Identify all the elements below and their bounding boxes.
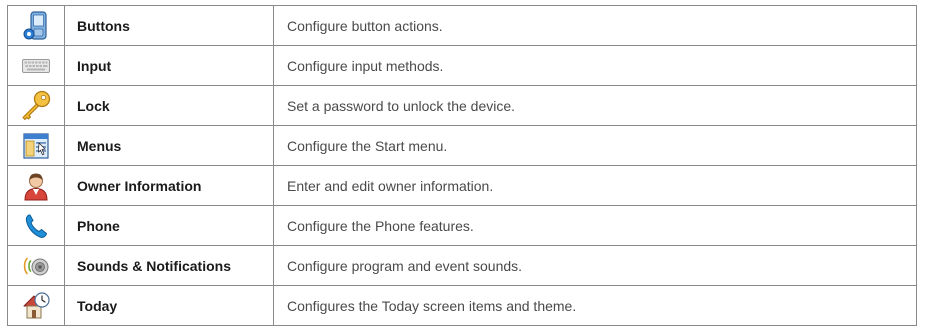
table-row: Phone Configure the Phone features. — [7, 205, 917, 246]
setting-description: Configures the Today screen items and th… — [273, 285, 917, 326]
settings-table: Buttons Configure button actions. Input … — [7, 5, 917, 326]
setting-name: Phone — [64, 205, 274, 246]
today-house-clock-icon — [8, 291, 64, 321]
setting-name: Today — [64, 285, 274, 326]
setting-description: Configure button actions. — [273, 5, 917, 46]
setting-name: Sounds & Notifications — [64, 245, 274, 286]
keyboard-icon — [8, 58, 64, 73]
setting-name: Lock — [64, 85, 274, 126]
setting-description: Configure the Start menu. — [273, 125, 917, 166]
table-row: Owner Information Enter and edit owner i… — [7, 165, 917, 206]
setting-name: Owner Information — [64, 165, 274, 206]
speaker-sound-icon — [8, 254, 64, 278]
owner-person-icon — [8, 171, 64, 201]
setting-description: Configure the Phone features. — [273, 205, 917, 246]
setting-description: Configure input methods. — [273, 45, 917, 86]
setting-description: Set a password to unlock the device. — [273, 85, 917, 126]
table-row: Today Configures the Today screen items … — [7, 285, 917, 326]
phone-handset-icon — [8, 213, 64, 239]
table-row: Lock Set a password to unlock the device… — [7, 85, 917, 126]
table-row: Input Configure input methods. — [7, 45, 917, 86]
setting-name: Input — [64, 45, 274, 86]
menu-window-icon — [8, 132, 64, 159]
setting-name: Buttons — [64, 5, 274, 46]
table-row: Buttons Configure button actions. — [7, 5, 917, 46]
setting-description: Enter and edit owner information. — [273, 165, 917, 206]
table-row: Sounds & Notifications Configure program… — [7, 245, 917, 286]
setting-name: Menus — [64, 125, 274, 166]
pda-buttons-icon — [8, 10, 64, 41]
key-icon — [8, 90, 64, 122]
table-row: Menus Configure the Start menu. — [7, 125, 917, 166]
setting-description: Configure program and event sounds. — [273, 245, 917, 286]
